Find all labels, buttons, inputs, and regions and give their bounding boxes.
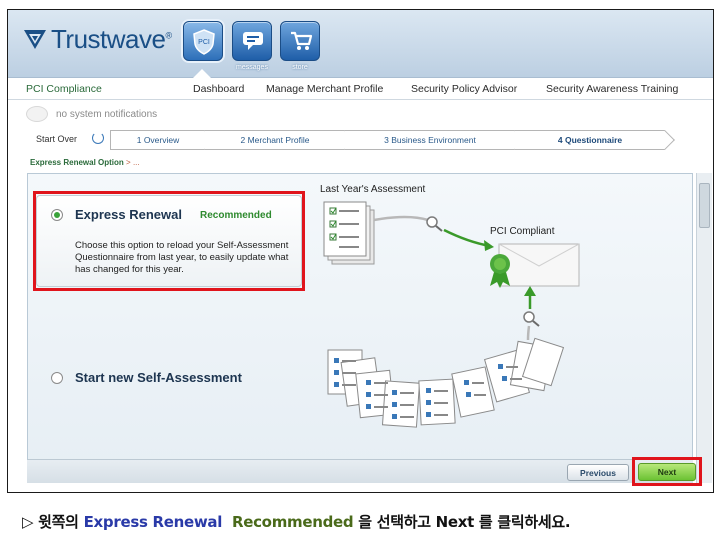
step-overview[interactable]: 1 Overview	[110, 130, 205, 150]
shield-icon: PCI	[193, 29, 215, 55]
instruction-recommended: Recommended	[231, 513, 354, 531]
logo-text: Trustwave	[51, 23, 166, 54]
chat-bubble-icon	[243, 32, 263, 50]
pci-tab-label: PCI	[198, 39, 210, 46]
nav-dashboard[interactable]: Dashboard	[193, 83, 244, 95]
step-merchant-profile[interactable]: 2 Merchant Profile	[205, 130, 345, 150]
previous-button[interactable]: Previous	[567, 464, 629, 481]
pci-tab-button[interactable]: PCI	[183, 21, 223, 61]
messages-tab-button[interactable]	[232, 21, 272, 61]
notification-icon	[26, 106, 48, 122]
instruction-text: ▷ 윗쪽의 Express Renewal Recommended 을 선택하고…	[22, 511, 571, 532]
breadcrumb: Express Renewal Option > ...	[30, 158, 140, 167]
shopping-cart-icon	[291, 31, 313, 50]
trustwave-logo[interactable]: Trustwave ®	[22, 24, 172, 54]
scroll-thumb[interactable]	[699, 183, 710, 228]
step-label: 3 Business Environment	[384, 135, 476, 145]
wizard-footer: Previous Next	[27, 457, 702, 486]
instruction-express: Express Renewal	[83, 513, 223, 531]
new-documents-stack-icon	[327, 337, 565, 428]
start-over-link[interactable]: Start Over	[36, 134, 77, 144]
nav-security-policy-advisor[interactable]: Security Policy Advisor	[411, 83, 517, 95]
notification-area: no system notifications	[26, 105, 157, 123]
step-label: 4 Questionnaire	[557, 135, 623, 145]
instruction-prefix: ▷ 윗쪽의	[22, 513, 84, 531]
main-nav: PCI Compliance Dashboard Manage Merchant…	[8, 78, 713, 100]
magnifier-icon	[426, 216, 443, 232]
top-header: Trustwave ® PCI messages store	[8, 10, 713, 79]
breadcrumb-current: Express Renewal Option	[30, 158, 124, 167]
magnifier-icon	[523, 311, 540, 327]
step-questionnaire[interactable]: 4 Questionnaire	[515, 130, 665, 150]
breadcrumb-rest: > ...	[126, 158, 140, 167]
screenshot-frame: Trustwave ® PCI messages store PCI Compl…	[7, 9, 714, 493]
step-label: 2 Merchant Profile	[240, 135, 310, 145]
nav-manage-merchant-profile[interactable]: Manage Merchant Profile	[266, 83, 383, 95]
undo-icon[interactable]	[92, 132, 104, 144]
content-panel: Express Renewal Recommended Choose this …	[27, 173, 693, 483]
last-year-document-stack-icon	[323, 201, 375, 265]
nav-security-awareness-training[interactable]: Security Awareness Training	[546, 83, 678, 95]
messages-caption: messages	[236, 64, 268, 71]
nav-pci-compliance[interactable]: PCI Compliance	[26, 83, 102, 95]
trustwave-logo-icon	[24, 30, 46, 49]
store-caption: store	[292, 64, 308, 71]
store-tab-button[interactable]	[280, 21, 320, 61]
notification-text: no system notifications	[56, 108, 158, 120]
wizard-steps: Start Over 1 Overview 2 Merchant Profile…	[26, 128, 706, 150]
step-business-environment[interactable]: 3 Business Environment	[345, 130, 515, 150]
certificate-icon	[490, 243, 580, 288]
vertical-scrollbar[interactable]	[696, 173, 712, 483]
renewal-diagram	[323, 201, 580, 428]
instruction-suffix: 을 선택하고 Next 를 클릭하세요.	[353, 513, 571, 531]
step-label: 1 Overview	[136, 135, 180, 145]
next-highlight-frame	[632, 457, 702, 486]
